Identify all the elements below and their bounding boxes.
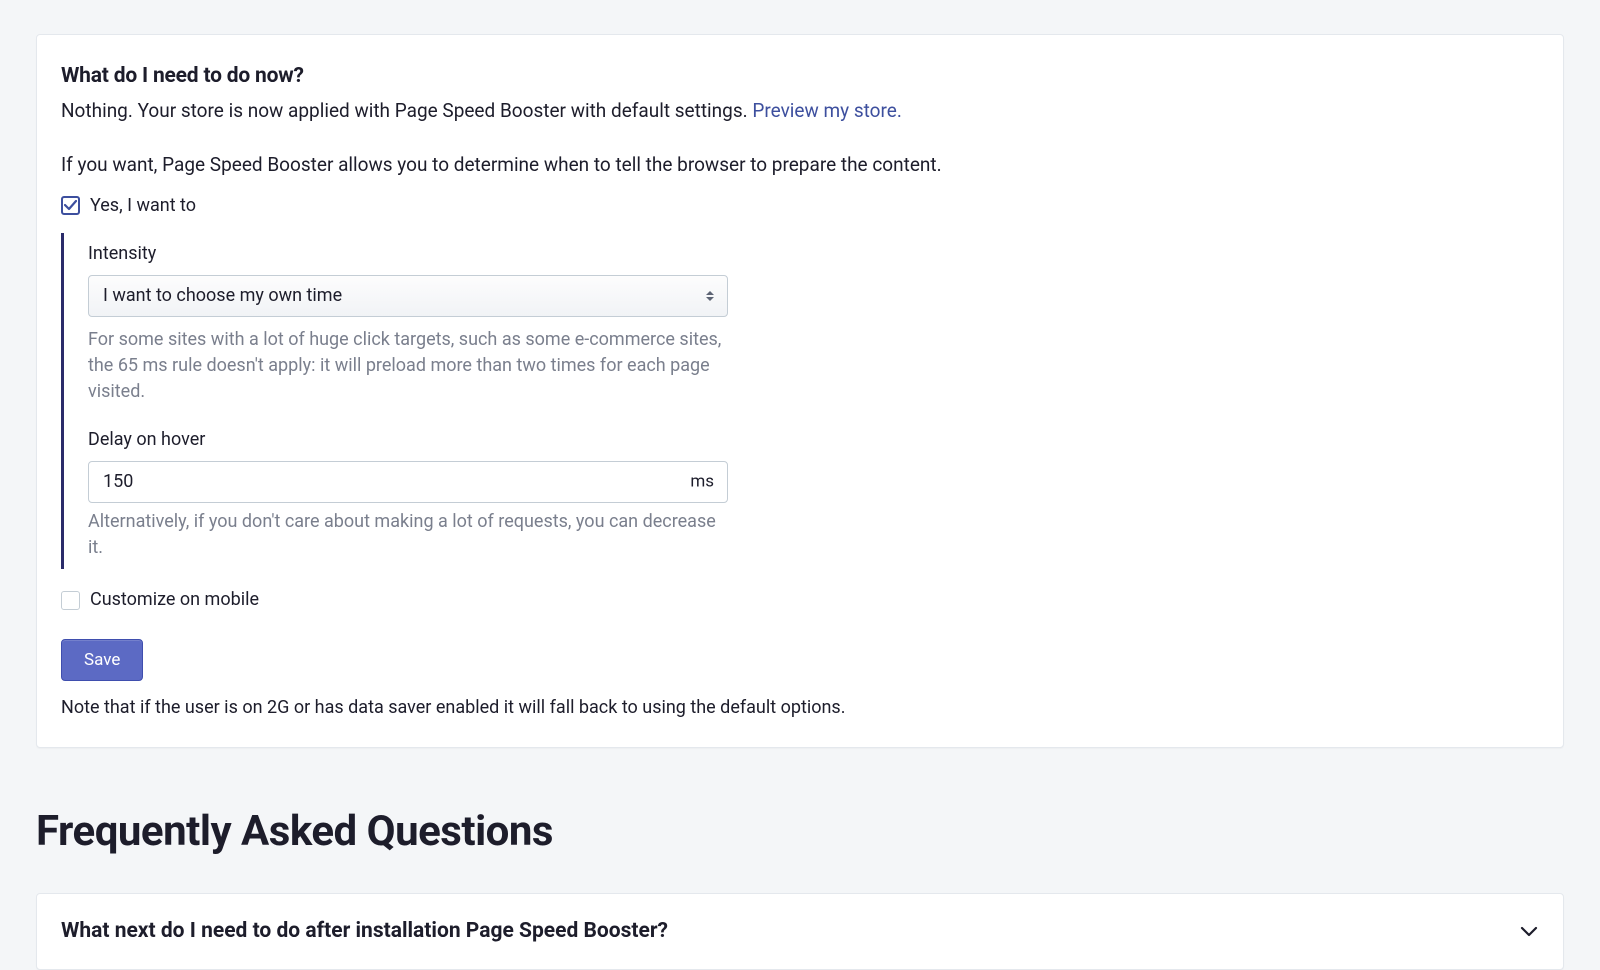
optin-label: Yes, I want to: [90, 193, 196, 219]
mobile-row: Customize on mobile: [61, 587, 1539, 613]
card-title: What do I need to do now?: [61, 61, 1539, 91]
delay-help: Alternatively, if you don't care about m…: [88, 509, 728, 561]
intensity-select[interactable]: I want to choose my own time: [88, 275, 728, 317]
delay-value: 150: [103, 469, 133, 495]
faq-item-1[interactable]: What next do I need to do after installa…: [36, 893, 1564, 969]
subtitle-text: Nothing. Your store is now applied with …: [61, 99, 752, 122]
mobile-label: Customize on mobile: [90, 587, 259, 613]
card-subtitle: Nothing. Your store is now applied with …: [61, 97, 1539, 125]
intensity-select-wrap: I want to choose my own time: [88, 275, 728, 317]
delay-label: Delay on hover: [88, 427, 806, 453]
settings-card: What do I need to do now? Nothing. Your …: [36, 34, 1564, 748]
optin-checkbox[interactable]: [61, 196, 80, 215]
delay-suffix: ms: [690, 470, 714, 495]
optin-row: Yes, I want to: [61, 193, 1539, 219]
intro-text: If you want, Page Speed Booster allows y…: [61, 151, 1539, 179]
intensity-label: Intensity: [88, 241, 806, 267]
mobile-checkbox[interactable]: [61, 591, 80, 610]
chevron-down-icon: [1519, 922, 1539, 942]
intensity-help: For some sites with a lot of huge click …: [88, 327, 728, 405]
delay-input[interactable]: 150: [88, 461, 728, 503]
faq-question-1: What next do I need to do after installa…: [61, 916, 668, 946]
check-icon: [64, 200, 77, 211]
intensity-value: I want to choose my own time: [103, 283, 342, 309]
delay-input-wrap: 150 ms: [88, 461, 728, 503]
save-button[interactable]: Save: [61, 639, 143, 681]
settings-block: Intensity I want to choose my own time F…: [61, 233, 806, 570]
footnote: Note that if the user is on 2G or has da…: [61, 695, 1539, 721]
preview-store-link[interactable]: Preview my store.: [752, 99, 901, 122]
faq-heading: Frequently Asked Questions: [36, 802, 1564, 863]
